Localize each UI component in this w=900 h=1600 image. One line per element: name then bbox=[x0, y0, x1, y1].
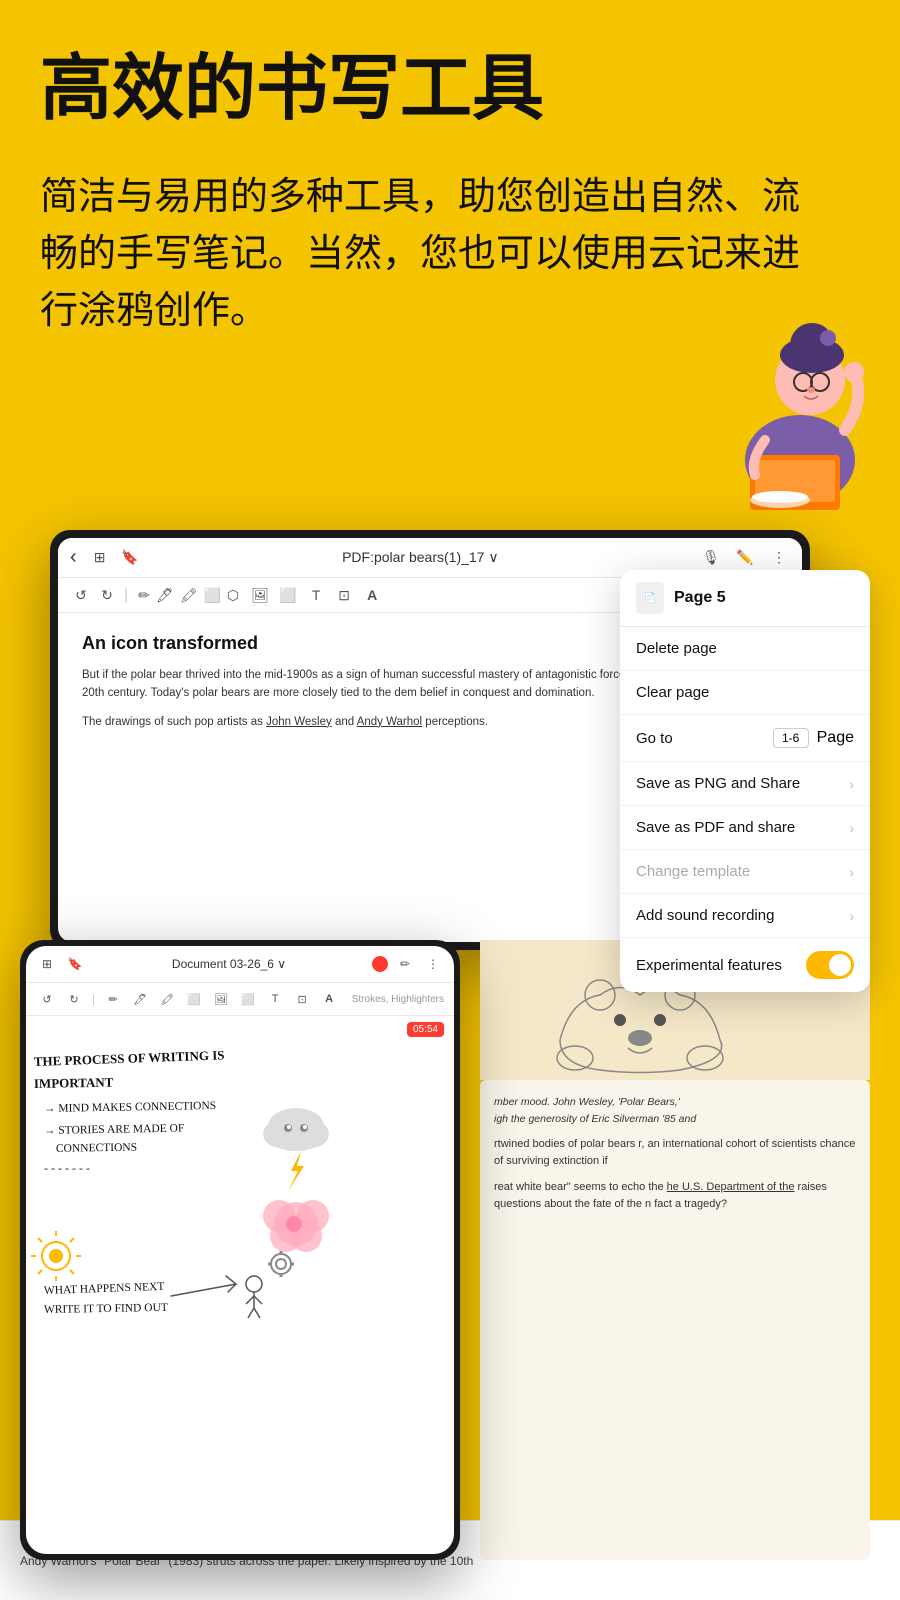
eraser-tool[interactable]: ⬜ bbox=[203, 587, 220, 604]
bottom-doc-content: mber mood. John Wesley, 'Polar Bears,' i… bbox=[494, 1094, 856, 1214]
context-menu: 📄 Page 5 Delete page Clear page Go to Pa… bbox=[620, 570, 870, 992]
goto-input[interactable] bbox=[773, 728, 809, 748]
toolbar-icons-left: ⊞ 🔖 bbox=[89, 547, 141, 569]
small-sub-toolbar: ↺ ↻ | ✏ 🖊 🖍 ⬜ 🖼 ⬜ T ⊡ A Strokes, Highlig… bbox=[26, 983, 454, 1016]
pencil-tool[interactable]: ✏ bbox=[138, 587, 150, 604]
goto-controls: Page bbox=[773, 728, 854, 748]
menu-item-clear-page[interactable]: Clear page bbox=[620, 671, 870, 715]
chevron-sound-icon: › bbox=[849, 908, 854, 924]
bottom-doc: mber mood. John Wesley, 'Polar Bears,' i… bbox=[480, 1080, 870, 1560]
page-suffix: Page bbox=[817, 729, 854, 747]
svg-text:→ STORIES ARE MADE OF: → STORIES ARE MADE OF bbox=[44, 1123, 185, 1137]
svg-text:WHAT HAPPENS NEXT: WHAT HAPPENS NEXT bbox=[44, 1281, 165, 1297]
mic-icon[interactable]: 🎙 bbox=[700, 547, 722, 569]
small-doc-content: 05:54 THE PROCESS OF WRITING IS IMPORTAN… bbox=[26, 1016, 454, 1554]
para-white-bear: reat white bear" seems to echo the he U.… bbox=[494, 1179, 856, 1214]
small-more-icon[interactable]: ⋮ bbox=[422, 953, 444, 975]
menu-item-pdf-label: Save as PDF and share bbox=[636, 819, 795, 836]
chevron-template-icon: › bbox=[849, 864, 854, 880]
page-title: 高效的书写工具 bbox=[40, 50, 860, 129]
menu-item-png-label: Save as PNG and Share bbox=[636, 775, 800, 792]
small-image[interactable]: 🖼 bbox=[210, 988, 232, 1010]
small-bookmark-icon[interactable]: 🔖 bbox=[64, 953, 86, 975]
small-crop[interactable]: ⊡ bbox=[291, 988, 313, 1010]
menu-item-clear-label: Clear page bbox=[636, 684, 709, 701]
svg-text:CONNECTIONS: CONNECTIONS bbox=[56, 1142, 137, 1155]
menu-header: 📄 Page 5 bbox=[620, 570, 870, 627]
small-redo[interactable]: ↻ bbox=[63, 988, 85, 1010]
character-illustration bbox=[700, 300, 900, 520]
toolbar-icons-right: 🎙 ✏️ ⋮ bbox=[700, 547, 790, 569]
menu-item-goto[interactable]: Go to Page bbox=[620, 715, 870, 762]
menu-item-experimental-label: Experimental features bbox=[636, 957, 782, 974]
drawing-tools: ✏ 🖊 🖍 ⬜ ⬡ bbox=[138, 587, 239, 604]
svg-text:IMPORTANT: IMPORTANT bbox=[34, 1075, 114, 1091]
small-ink[interactable]: 🖊 bbox=[129, 988, 151, 1010]
chevron-pdf-icon: › bbox=[849, 820, 854, 836]
tablet-small: ⊞ 🔖 Document 03-26_6 ∨ ✏ ⋮ ↺ ↻ | ✏ 🖊 🖍 ⬜… bbox=[20, 940, 460, 1560]
subtitle-text: 简洁与易用的多种工具，助您创造出自然、流畅的手写笔记。当然，您也可以使用云记来进… bbox=[40, 169, 800, 340]
small-doc-title[interactable]: Document 03-26_6 ∨ bbox=[92, 957, 366, 971]
menu-item-experimental[interactable]: Experimental features bbox=[620, 938, 870, 992]
menu-item-sound-recording[interactable]: Add sound recording › bbox=[620, 894, 870, 938]
text-tool[interactable]: T bbox=[305, 584, 327, 606]
chevron-icon: › bbox=[849, 776, 854, 792]
bear-caption: mber mood. John Wesley, 'Polar Bears,' i… bbox=[494, 1094, 856, 1128]
small-eraser[interactable]: ⬜ bbox=[183, 988, 205, 1010]
page-icon: 📄 bbox=[636, 582, 664, 614]
lasso-tool[interactable]: ⬡ bbox=[227, 587, 239, 604]
text-box-tool[interactable]: ⬜ bbox=[277, 584, 299, 606]
more-icon[interactable]: ⋮ bbox=[768, 547, 790, 569]
john-wesley-link[interactable]: John Wesley bbox=[266, 716, 332, 728]
strokes-label: Strokes, Highlighters bbox=[352, 994, 444, 1005]
header-section: 高效的书写工具 简洁与易用的多种工具，助您创造出自然、流畅的手写笔记。当然，您也… bbox=[0, 0, 900, 340]
menu-item-change-template[interactable]: Change template › bbox=[620, 850, 870, 894]
ink-tool[interactable]: 🖊 bbox=[156, 587, 174, 604]
document-tools: 🖼 ⬜ T ⊡ A bbox=[249, 584, 383, 606]
svg-text:WRITE IT TO FIND OUT: WRITE IT TO FIND OUT bbox=[44, 1302, 168, 1316]
menu-item-delete-label: Delete page bbox=[636, 640, 717, 657]
small-grid-icon[interactable]: ⊞ bbox=[36, 953, 58, 975]
small-textbox[interactable]: ⬜ bbox=[237, 988, 259, 1010]
undo-button[interactable]: ↺ bbox=[70, 584, 92, 606]
small-text[interactable]: T bbox=[264, 988, 286, 1010]
small-pen-icon[interactable]: ✏ bbox=[394, 953, 416, 975]
small-toolbar: ⊞ 🔖 Document 03-26_6 ∨ ✏ ⋮ bbox=[26, 946, 454, 983]
back-button[interactable]: ‹ bbox=[70, 546, 77, 569]
small-pencil[interactable]: ✏ bbox=[102, 988, 124, 1010]
menu-item-save-png[interactable]: Save as PNG and Share › bbox=[620, 762, 870, 806]
small-undo[interactable]: ↺ bbox=[36, 988, 58, 1010]
small-hl[interactable]: 🖍 bbox=[156, 988, 178, 1010]
menu-item-template-label: Change template bbox=[636, 863, 750, 880]
small-font[interactable]: A bbox=[318, 988, 340, 1010]
page-label: Page 5 bbox=[674, 589, 726, 607]
menu-item-delete-page[interactable]: Delete page bbox=[620, 627, 870, 671]
experimental-toggle[interactable] bbox=[806, 951, 854, 979]
para-bodies: rtwined bodies of polar bears r, an inte… bbox=[494, 1136, 856, 1171]
svg-text:THE PROCESS OF WRITING IS: THE PROCESS OF WRITING IS bbox=[34, 1047, 225, 1069]
font-tool[interactable]: A bbox=[361, 584, 383, 606]
bookmark-icon[interactable]: 🔖 bbox=[119, 547, 141, 569]
svg-text:→ MIND MAKES CONNECTIONS: → MIND MAKES CONNECTIONS bbox=[44, 1100, 216, 1115]
menu-item-sound-label: Add sound recording bbox=[636, 907, 774, 924]
andy-warhol-link[interactable]: Andy Warhol bbox=[357, 716, 422, 728]
menu-item-save-pdf[interactable]: Save as PDF and share › bbox=[620, 806, 870, 850]
undo-redo-group: ↺ ↻ bbox=[70, 584, 118, 606]
timer-badge: 05:54 bbox=[407, 1022, 444, 1037]
image-tool[interactable]: 🖼 bbox=[249, 584, 271, 606]
redo-button[interactable]: ↻ bbox=[96, 584, 118, 606]
pen-icon[interactable]: ✏️ bbox=[734, 547, 756, 569]
dept-link[interactable]: he U.S. Department of the bbox=[667, 1181, 795, 1193]
recording-dot bbox=[372, 956, 388, 972]
grid-icon[interactable]: ⊞ bbox=[89, 547, 111, 569]
crop-tool[interactable]: ⊡ bbox=[333, 584, 355, 606]
document-title[interactable]: PDF:polar bears(1)_17 ∨ bbox=[149, 549, 692, 566]
menu-item-goto-label: Go to bbox=[636, 730, 673, 747]
highlighter-tool[interactable]: 🖍 bbox=[180, 587, 198, 604]
svg-text:- - - - - - -: - - - - - - - bbox=[44, 1161, 90, 1175]
